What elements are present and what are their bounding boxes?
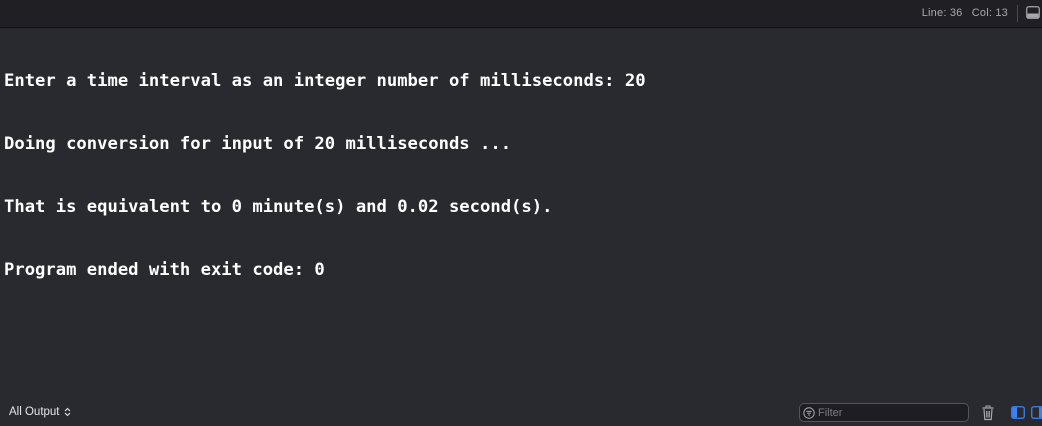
console-line: Doing conversion for input of 20 millise… bbox=[4, 134, 1038, 155]
header-divider bbox=[1017, 5, 1018, 22]
filter-field[interactable] bbox=[799, 403, 969, 422]
left-pane-icon bbox=[1011, 406, 1025, 419]
output-scope-label: All Output bbox=[9, 406, 60, 418]
show-console-view-button[interactable] bbox=[1031, 406, 1042, 419]
show-variables-view-button[interactable] bbox=[1011, 406, 1025, 419]
console-output: Enter a time interval as an integer numb… bbox=[4, 29, 1038, 302]
line-indicator: Line: 36 bbox=[922, 7, 963, 19]
console-header-bar: Line: 36 Col: 13 bbox=[0, 0, 1042, 28]
console-line: Program ended with exit code: 0 bbox=[4, 260, 1038, 281]
cursor-position: Line: 36 Col: 13 bbox=[922, 7, 1008, 19]
console-line: Enter a time interval as an integer numb… bbox=[4, 71, 1038, 92]
filter-input[interactable] bbox=[815, 407, 958, 419]
chevron-up-down-icon bbox=[64, 407, 71, 417]
bottom-panel-icon bbox=[1026, 6, 1040, 19]
output-scope-selector[interactable]: All Output bbox=[9, 406, 71, 418]
right-pane-icon bbox=[1031, 406, 1042, 419]
trash-icon bbox=[981, 405, 995, 421]
console-line: That is equivalent to 0 minute(s) and 0.… bbox=[4, 197, 1038, 218]
clear-console-button[interactable] bbox=[981, 405, 995, 421]
console-footer-bar: All Output bbox=[0, 402, 1042, 424]
hide-debug-area-button[interactable] bbox=[1026, 6, 1040, 19]
column-indicator: Col: 13 bbox=[972, 7, 1008, 19]
filter-icon bbox=[803, 407, 815, 419]
